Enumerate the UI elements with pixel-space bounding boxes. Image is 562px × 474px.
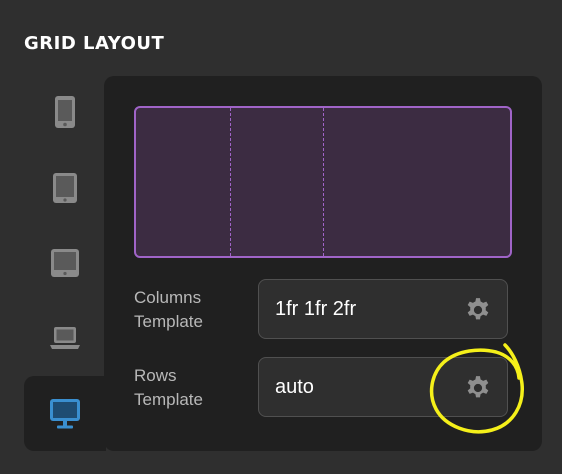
device-mobile-button[interactable]: [24, 74, 106, 150]
rows-label-line1: Rows: [134, 366, 177, 385]
columns-label-line1: Columns: [134, 288, 202, 307]
rows-gear-icon[interactable]: [465, 375, 491, 401]
tablet-landscape-icon: [51, 249, 79, 277]
columns-gear-icon[interactable]: [465, 297, 491, 323]
grid-preview: [134, 106, 512, 258]
rows-template-label: Rows Template: [134, 364, 203, 412]
rows-label-line2: Template: [134, 390, 203, 409]
tablet-portrait-icon: [53, 173, 77, 203]
columns-label-line2: Template: [134, 312, 203, 331]
desktop-icon: [50, 398, 80, 428]
rows-template-field[interactable]: auto: [258, 357, 508, 417]
rows-template-value[interactable]: auto: [275, 358, 314, 416]
columns-template-field[interactable]: 1fr 1fr 2fr: [258, 279, 508, 339]
columns-template-label: Columns Template: [134, 286, 203, 334]
mobile-icon: [55, 96, 75, 128]
device-laptop-button[interactable]: [24, 300, 106, 376]
column-divider: [230, 108, 231, 256]
panel-title: GRID LAYOUT: [24, 33, 165, 54]
device-tablet-portrait-button[interactable]: [24, 150, 106, 226]
device-desktop-button[interactable]: [24, 376, 106, 451]
laptop-icon: [50, 327, 80, 349]
column-divider: [323, 108, 324, 256]
columns-template-value[interactable]: 1fr 1fr 2fr: [275, 280, 356, 338]
device-tablet-landscape-button[interactable]: [24, 225, 106, 301]
